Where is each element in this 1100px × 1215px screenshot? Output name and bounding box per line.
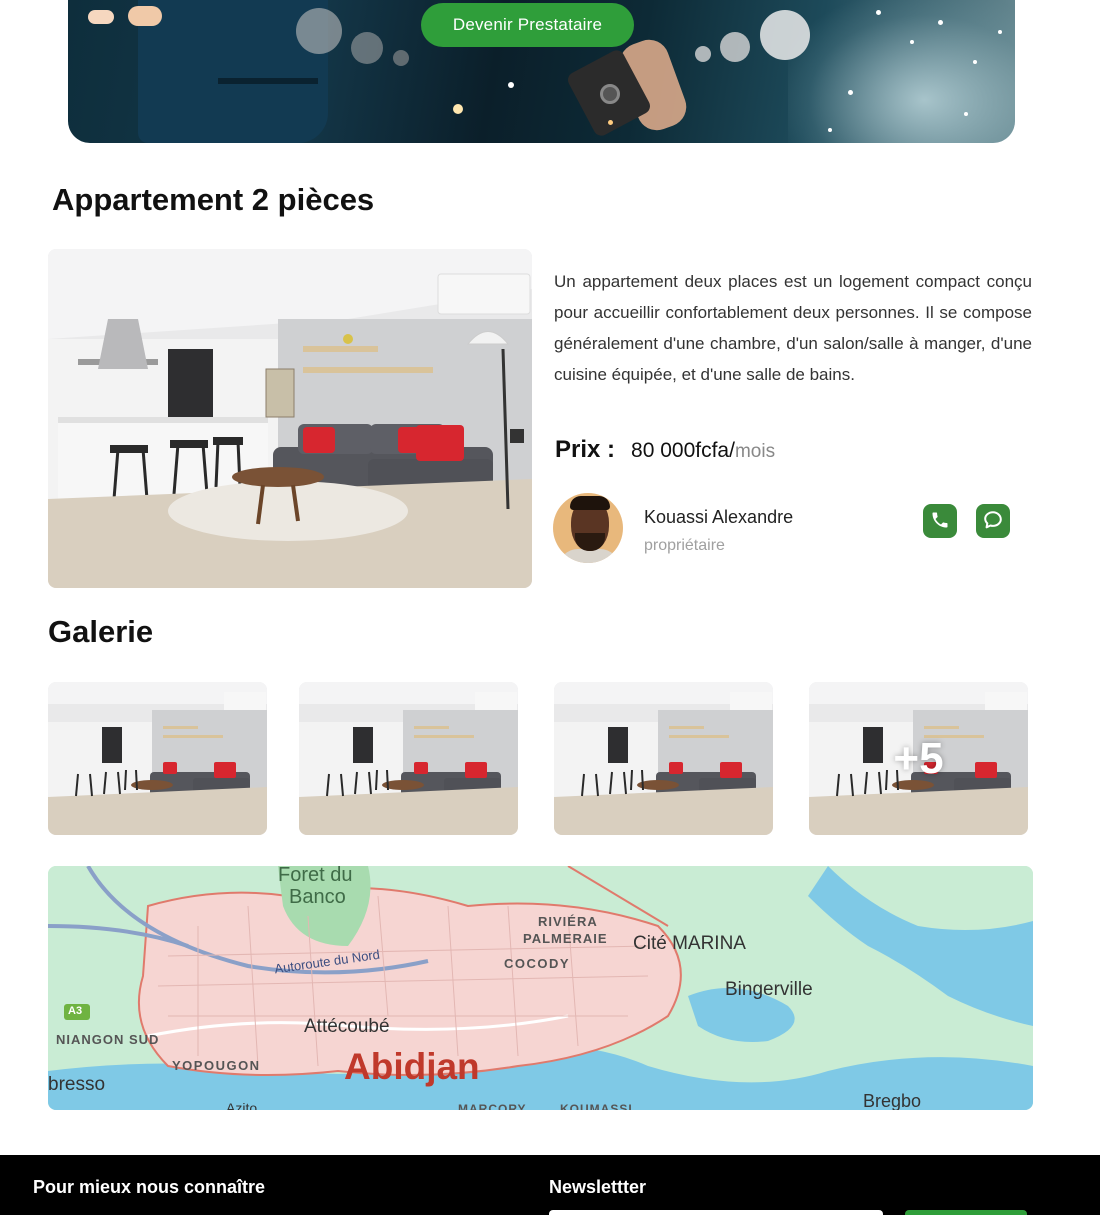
newsletter-submit-button[interactable]	[905, 1210, 1027, 1215]
decorative-bubble	[695, 46, 711, 62]
more-photos-count: +5	[893, 733, 944, 783]
map-label-a3: A3	[68, 1005, 83, 1017]
map-label-bresso: bresso	[48, 1074, 106, 1095]
spark	[876, 10, 881, 15]
map-label-abidjan: Abidjan	[344, 1046, 480, 1087]
spark	[453, 104, 463, 114]
owner-name: Kouassi Alexandre	[644, 507, 794, 527]
map-label-niangon: NIANGON SUD	[56, 1032, 160, 1047]
newsletter-email-input[interactable]	[549, 1210, 883, 1215]
owner-role: propriétaire	[644, 537, 725, 554]
gallery-thumbnail[interactable]	[299, 682, 518, 835]
footer: Pour mieux nous connaître Newslettter	[0, 1155, 1100, 1215]
footer-newsletter-heading: Newslettter	[549, 1177, 647, 1197]
map-label-attecoube: Attécoubé	[304, 1016, 390, 1037]
gallery-thumbnail-more[interactable]: +5	[809, 682, 1028, 835]
gallery-thumbnail[interactable]	[554, 682, 773, 835]
message-owner-button[interactable]	[976, 504, 1010, 538]
map-label-foret: Foret du	[278, 866, 353, 886]
spark	[910, 40, 914, 44]
map-label-azito: Azito	[226, 1100, 258, 1110]
owner-card: Kouassi Alexandre propriétaire	[553, 493, 1023, 563]
spark	[938, 20, 943, 25]
map-label-koumassi: KOUMASSI	[560, 1102, 633, 1110]
price-unit: mois	[734, 441, 776, 462]
gallery-title: Galerie	[48, 614, 154, 649]
listing-description: Un appartement deux places est un logeme…	[554, 272, 1032, 384]
grinder-image	[565, 34, 692, 139]
decorative-bubble	[296, 8, 342, 54]
map-label-riviera: RIVIÉRA	[538, 914, 598, 929]
map-label-marcory: MARCORY	[458, 1102, 527, 1110]
price-value: 80 000fcfa/	[631, 439, 735, 462]
decorative-bubble	[720, 32, 750, 62]
chat-icon	[982, 509, 1004, 534]
spark	[848, 90, 853, 95]
call-owner-button[interactable]	[923, 504, 957, 538]
listing-title: Appartement 2 pièces	[52, 182, 375, 217]
map-label-cocody: COCODY	[504, 956, 571, 971]
spark-spray-image	[788, 0, 1015, 143]
spark	[828, 128, 832, 132]
spark	[973, 60, 977, 64]
decorative-bubble	[351, 32, 383, 64]
price-row: Prix : 80 000fcfa/ mois	[555, 436, 775, 464]
map-label-yopougon: YOPOUGON	[172, 1058, 261, 1073]
map-label-cite-marina: Cité MARINA	[633, 933, 746, 954]
decorative-bubble	[393, 50, 409, 66]
footer-about-heading: Pour mieux nous connaître	[33, 1177, 266, 1197]
gallery-thumbnail[interactable]	[48, 682, 267, 835]
map-label-bingerville: Bingerville	[725, 979, 813, 1000]
avatar	[553, 493, 623, 563]
location-map[interactable]: Foret du Banco RIVIÉRA PALMERAIE Cité MA…	[48, 866, 1033, 1110]
become-provider-button[interactable]: Devenir Prestataire	[421, 3, 634, 47]
map-label-banco: Banco	[289, 886, 346, 908]
map-label-palmeraie: PALMERAIE	[523, 931, 608, 946]
spark	[998, 30, 1002, 34]
apartment-main-photo[interactable]	[48, 249, 532, 588]
spark	[88, 10, 114, 24]
price-label: Prix :	[555, 436, 616, 463]
phone-icon	[930, 510, 950, 533]
spark	[608, 120, 613, 125]
decorative-bubble	[760, 10, 810, 60]
spark	[508, 82, 514, 88]
spark	[964, 112, 968, 116]
map-label-bregbo: Bregbo	[863, 1091, 922, 1110]
